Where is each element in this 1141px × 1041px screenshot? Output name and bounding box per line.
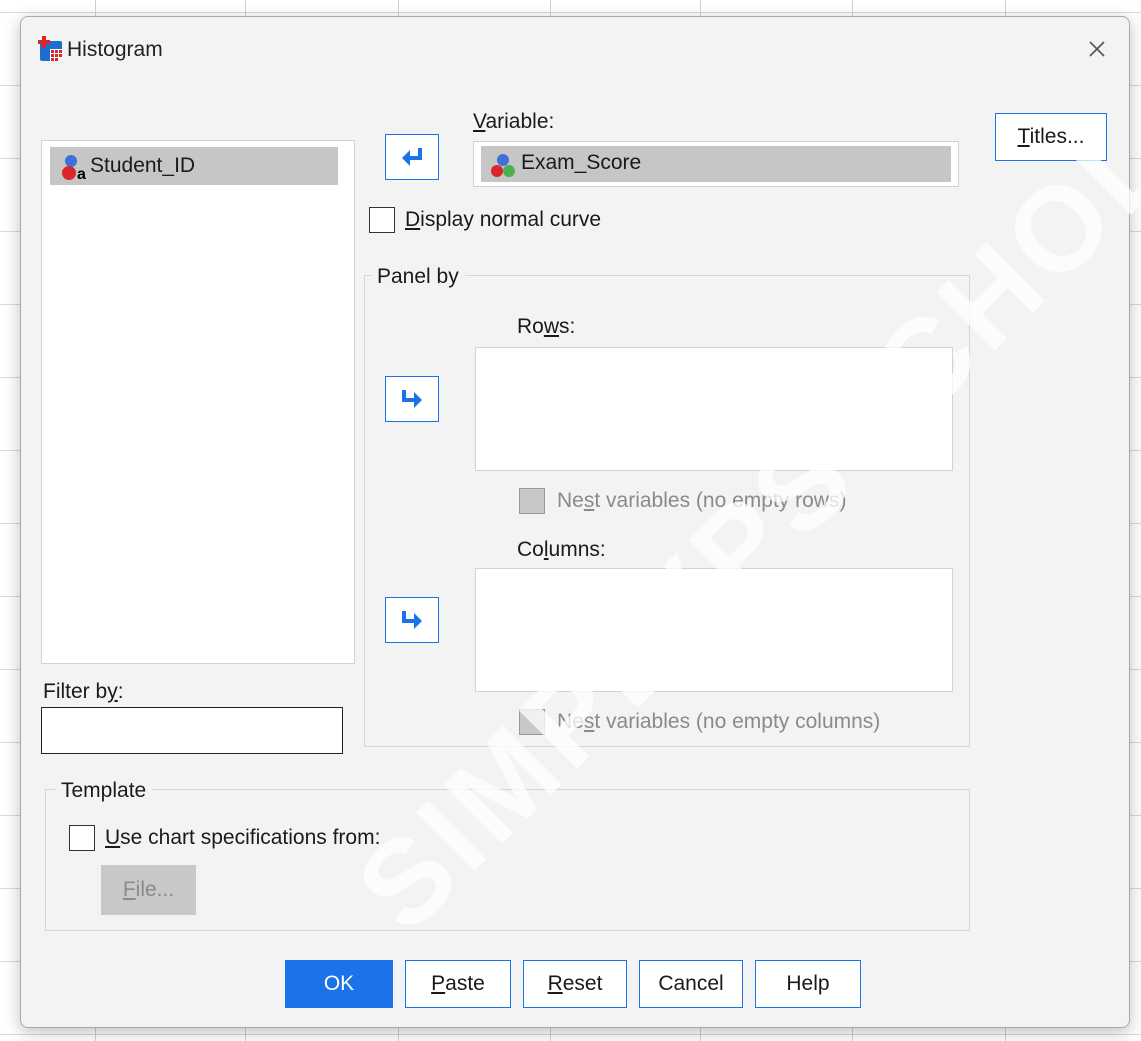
use-chart-spec-checkbox[interactable] bbox=[69, 825, 95, 851]
close-icon[interactable] bbox=[1079, 31, 1115, 67]
variable-label: Variable: bbox=[473, 110, 555, 133]
svg-text:a: a bbox=[77, 166, 86, 181]
columns-field[interactable] bbox=[475, 568, 953, 692]
use-chart-spec-label: Use chart specifications from: bbox=[105, 826, 381, 849]
rows-label: Rows: bbox=[517, 315, 576, 338]
cancel-button[interactable]: Cancel bbox=[639, 960, 743, 1008]
titles-button[interactable]: Titles... bbox=[995, 113, 1107, 161]
rows-field[interactable] bbox=[475, 347, 953, 471]
panel-by-title: Panel by bbox=[371, 265, 465, 289]
template-title: Template bbox=[55, 779, 153, 803]
help-button-label: Help bbox=[786, 972, 830, 995]
list-item[interactable]: a Student_ID bbox=[50, 147, 338, 185]
scale-variable-icon bbox=[491, 154, 515, 177]
arrow-right-icon bbox=[402, 611, 422, 629]
variable-value: Exam_Score bbox=[521, 151, 642, 174]
filter-label: Filter by: bbox=[43, 680, 124, 703]
help-button[interactable]: Help bbox=[755, 960, 861, 1008]
ok-button-label: OK bbox=[323, 972, 355, 995]
cancel-button-label: Cancel bbox=[658, 972, 724, 995]
nest-rows-checkbox bbox=[519, 488, 545, 514]
ok-button[interactable]: OK bbox=[285, 960, 393, 1008]
normal-curve-label: Display normal curve bbox=[405, 208, 602, 231]
arrow-right-icon bbox=[402, 390, 422, 408]
list-item-label: Student_ID bbox=[90, 154, 196, 177]
normal-curve-checkbox[interactable] bbox=[369, 207, 395, 233]
file-button: File... bbox=[101, 865, 196, 915]
paste-button-label: Paste bbox=[431, 972, 485, 995]
nominal-string-variable-icon: a bbox=[62, 155, 86, 181]
filter-input[interactable] bbox=[41, 707, 343, 754]
histogram-dialog: Histogram a Student_ID Filter by: Variab… bbox=[20, 16, 1130, 1028]
nest-columns-checkbox bbox=[519, 709, 545, 735]
move-to-variable-button[interactable] bbox=[385, 134, 439, 180]
nest-rows-label: Nest variables (no empty rows) bbox=[557, 489, 847, 512]
spss-app-icon bbox=[38, 36, 62, 61]
reset-button[interactable]: Reset bbox=[523, 960, 627, 1008]
move-to-rows-button[interactable] bbox=[385, 376, 439, 422]
paste-button[interactable]: Paste bbox=[405, 960, 511, 1008]
window-title: Histogram bbox=[67, 38, 163, 61]
nest-columns-label: Nest variables (no empty columns) bbox=[557, 710, 881, 733]
source-variable-list[interactable]: a Student_ID bbox=[41, 140, 355, 664]
columns-label: Columns: bbox=[517, 538, 606, 561]
title-bar: Histogram bbox=[21, 17, 1129, 79]
reset-button-label: Reset bbox=[547, 972, 603, 995]
titles-button-label: Titles... bbox=[1017, 125, 1085, 148]
arrow-left-icon bbox=[402, 148, 422, 166]
file-button-label: File... bbox=[122, 878, 175, 901]
variable-field[interactable]: Exam_Score bbox=[473, 141, 959, 187]
move-to-columns-button[interactable] bbox=[385, 597, 439, 643]
